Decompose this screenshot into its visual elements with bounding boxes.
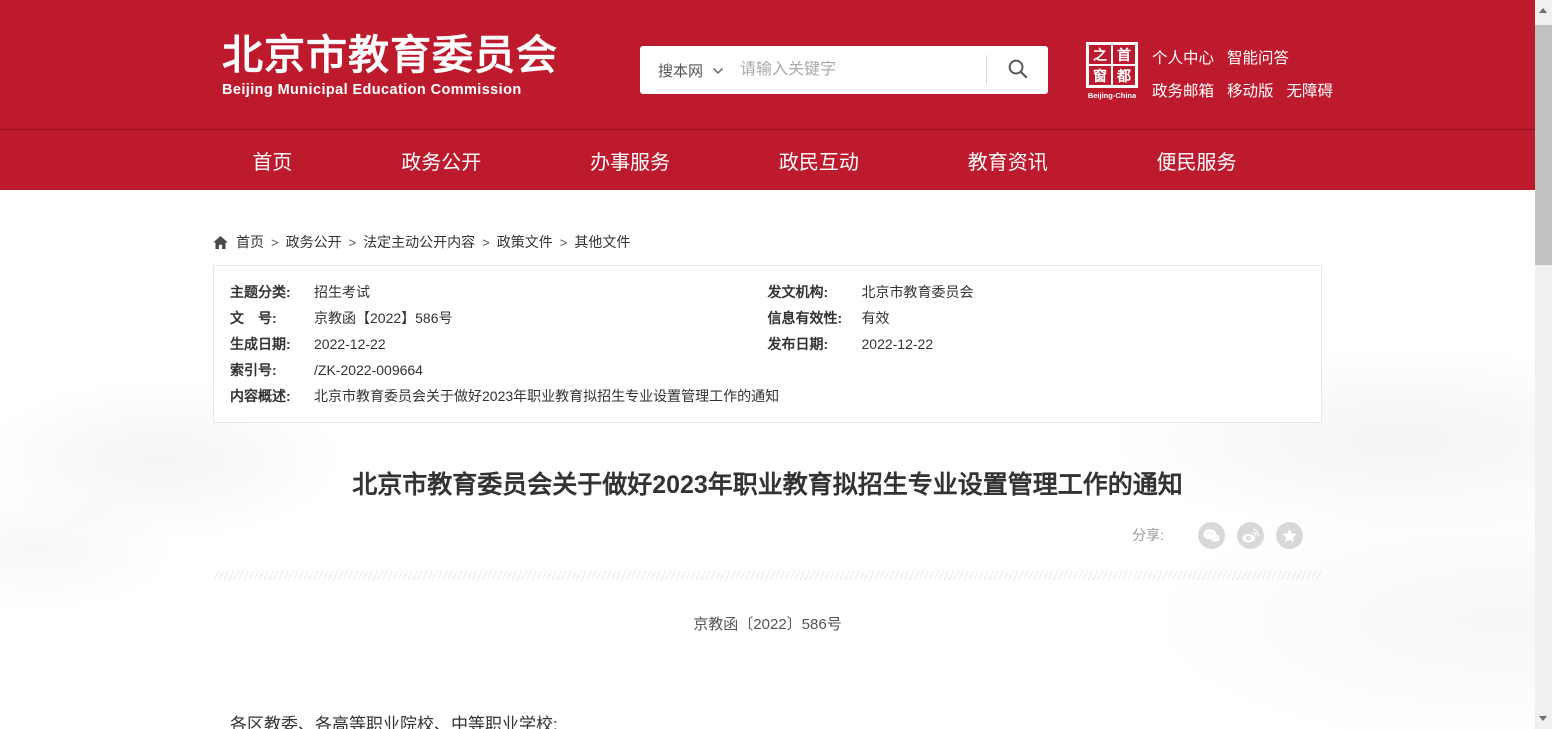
qzone-share-icon[interactable]	[1276, 522, 1303, 549]
search-button[interactable]	[987, 46, 1048, 94]
meta-value: 京教函【2022】586号	[314, 310, 453, 326]
scrollbar-up-arrow-icon[interactable]	[1539, 8, 1547, 13]
link-mobile-version[interactable]: 移动版	[1227, 79, 1274, 101]
meta-row-doc-number: 文 号: 京教函【2022】586号	[230, 305, 768, 331]
link-gov-mailbox[interactable]: 政务邮箱	[1152, 79, 1214, 101]
article-salutation: 各区教委、各高等职业院校、中等职业学校:	[213, 710, 1322, 729]
meta-row-publish-date: 发布日期: 2022-12-22	[768, 331, 1306, 357]
document-number: 京教函〔2022〕586号	[213, 615, 1322, 634]
scrollbar-thumb[interactable]	[1535, 25, 1552, 265]
breadcrumb-item-gov-affairs[interactable]: 政务公开	[286, 232, 342, 252]
site-search: 搜本网	[640, 46, 1048, 94]
nav-item-convenience[interactable]: 便民服务	[1157, 146, 1237, 175]
meta-value: 招生考试	[314, 284, 370, 300]
link-smart-qa[interactable]: 智能问答	[1227, 46, 1289, 68]
capital-logo-caption: Beijing-China	[1086, 91, 1138, 100]
meta-label: 索引号:	[230, 357, 300, 383]
nav-item-home[interactable]: 首页	[252, 146, 292, 175]
breadcrumb-separator: >	[349, 235, 357, 250]
breadcrumb-item-other-documents[interactable]: 其他文件	[574, 232, 630, 252]
weibo-share-icon[interactable]	[1237, 522, 1264, 549]
document-meta-panel: 主题分类: 招生考试 文 号: 京教函【2022】586号 生成日期: 2022-12…	[213, 265, 1322, 423]
meta-row-content-summary: 内容概述:北京市教育委员会关于做好2023年职业教育拟招生专业设置管理工作的通知	[230, 383, 768, 409]
nav-item-education-news[interactable]: 教育资讯	[968, 146, 1048, 175]
chevron-down-icon	[712, 62, 724, 79]
site-title: 北京市教育委员会	[222, 30, 558, 81]
search-scope-select[interactable]: 搜本网	[640, 60, 724, 81]
meta-label: 主题分类:	[230, 279, 300, 305]
meta-label: 信息有效性:	[768, 305, 852, 331]
article-title: 北京市教育委员会关于做好2023年职业教育拟招生专业设置管理工作的通知	[213, 469, 1322, 501]
capital-window-logo-grid: 之 首 窗 都	[1086, 42, 1138, 88]
meta-row-validity: 信息有效性: 有效	[768, 305, 1306, 331]
share-row: 分享:	[213, 521, 1322, 549]
main-nav: 首页 政务公开 办事服务 政民互动 教育资讯 便民服务	[0, 130, 1535, 190]
scrollbar-down-arrow-icon[interactable]	[1539, 716, 1547, 721]
page: 北京市教育委员会 Beijing Municipal Education Com…	[0, 0, 1535, 729]
share-label: 分享:	[1132, 525, 1164, 545]
meta-label: 文 号:	[230, 305, 300, 331]
breadcrumb-item-statutory-disclosure[interactable]: 法定主动公开内容	[363, 232, 475, 252]
hatched-divider	[213, 571, 1322, 580]
nav-item-gov-affairs[interactable]: 政务公开	[401, 146, 481, 175]
meta-row-topic-category: 主题分类: 招生考试	[230, 279, 768, 305]
meta-value: /ZK-2022-009664	[314, 362, 423, 378]
site-header: 北京市教育委员会 Beijing Municipal Education Com…	[0, 0, 1535, 130]
breadcrumb-item-policy-documents[interactable]: 政策文件	[497, 232, 553, 252]
breadcrumb-separator: >	[560, 235, 568, 250]
capital-logo-cell: 首	[1113, 45, 1135, 64]
breadcrumb: 首页 > 政务公开 > 法定主动公开内容 > 政策文件 > 其他文件	[213, 232, 1322, 252]
link-personal-center[interactable]: 个人中心	[1152, 46, 1214, 68]
capital-window-logo[interactable]: 之 首 窗 都 Beijing-China	[1086, 42, 1138, 100]
header-quick-links: 个人中心 智能问答 政务邮箱 移动版 无障碍	[1152, 46, 1333, 112]
meta-row-creation-date: 生成日期: 2022-12-22	[230, 331, 768, 357]
home-icon[interactable]	[213, 236, 228, 249]
capital-logo-cell: 窗	[1089, 66, 1111, 85]
meta-label: 发文机构:	[768, 279, 852, 305]
meta-row-issuing-agency: 发文机构: 北京市教育委员会	[768, 279, 1306, 305]
nav-item-interaction[interactable]: 政民互动	[779, 146, 859, 175]
meta-row-index-number: 索引号: /ZK-2022-009664	[230, 357, 768, 383]
meta-value: 2022-12-22	[862, 336, 934, 352]
breadcrumb-separator: >	[482, 235, 490, 250]
site-title-english: Beijing Municipal Education Commission	[222, 82, 558, 98]
meta-value: 2022-12-22	[314, 336, 386, 352]
content-area: 首页 > 政务公开 > 法定主动公开内容 > 政策文件 > 其他文件 主题分类:…	[213, 232, 1322, 729]
breadcrumb-separator: >	[271, 235, 279, 250]
meta-value: 北京市教育委员会关于做好2023年职业教育拟招生专业设置管理工作的通知	[314, 388, 779, 404]
meta-value: 北京市教育委员会	[862, 284, 974, 300]
nav-item-services[interactable]: 办事服务	[590, 146, 670, 175]
capital-logo-cell: 之	[1089, 45, 1111, 64]
wechat-share-icon[interactable]	[1198, 522, 1225, 549]
scrollbar[interactable]	[1535, 0, 1552, 729]
site-logo[interactable]: 北京市教育委员会 Beijing Municipal Education Com…	[222, 30, 558, 98]
search-icon	[1006, 57, 1029, 83]
meta-label: 生成日期:	[230, 331, 300, 357]
meta-label: 内容概述:	[230, 383, 300, 409]
search-scope-label: 搜本网	[658, 60, 703, 81]
capital-logo-cell: 都	[1113, 66, 1135, 85]
search-input[interactable]	[740, 61, 986, 79]
meta-value: 有效	[862, 310, 890, 326]
meta-label: 发布日期:	[768, 331, 852, 357]
breadcrumb-item-home[interactable]: 首页	[236, 232, 264, 252]
link-accessibility[interactable]: 无障碍	[1287, 79, 1334, 101]
